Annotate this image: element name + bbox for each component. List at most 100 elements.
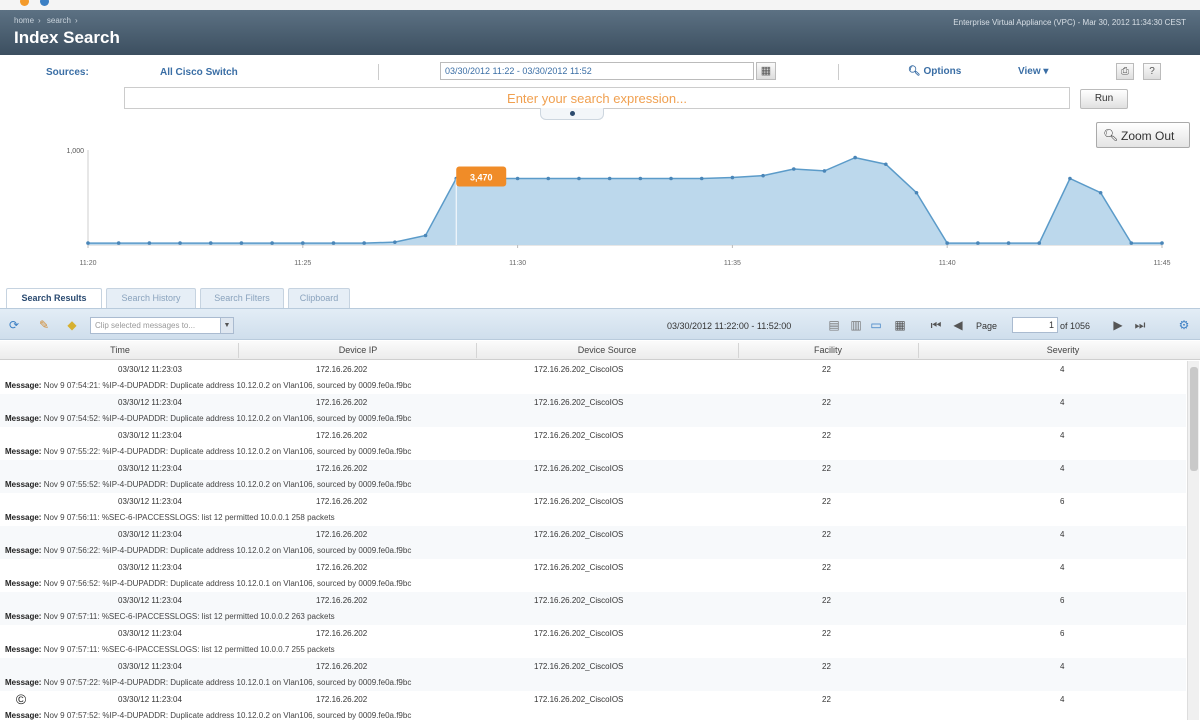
results-scrollbar[interactable]	[1187, 361, 1199, 720]
monitor-icon[interactable]: ▭	[868, 317, 884, 333]
cell-device-source: 172.16.26.202_CiscoIOS	[534, 497, 624, 506]
message-label: Message:	[5, 381, 42, 390]
column-header-severity[interactable]: Severity	[918, 345, 1200, 355]
chart-point	[1129, 241, 1134, 245]
message-label: Message:	[5, 678, 42, 687]
chart-point	[546, 176, 551, 181]
table-row[interactable]: 03/30/12 11:23:04 172.16.26.202 172.16.26.…	[0, 427, 1186, 460]
view-menu[interactable]: View ▾	[1018, 66, 1048, 77]
help-icon[interactable]: ?	[1143, 63, 1161, 80]
clip-icon[interactable]: ◆	[64, 317, 80, 333]
cell-device-source: 172.16.26.202_CiscoIOS	[534, 563, 624, 572]
message-label: Message:	[5, 414, 42, 423]
copyright-icon: ©	[10, 688, 32, 710]
chart-point	[914, 190, 919, 195]
last-page-icon[interactable]: ⏭	[1132, 317, 1148, 333]
cell-facility: 22	[822, 596, 831, 605]
cell-device-source: 172.16.26.202_CiscoIOS	[534, 431, 624, 440]
search-input[interactable]	[125, 88, 1069, 108]
cell-time: 03/30/12 11:23:04	[118, 464, 182, 473]
table-row[interactable]: 03/30/12 11:23:04 172.16.26.202 172.16.26.…	[0, 460, 1186, 493]
message-label: Message:	[5, 513, 42, 522]
cell-time: 03/30/12 11:23:04	[118, 596, 182, 605]
cell-device-ip: 172.16.26.202	[316, 530, 368, 539]
run-button[interactable]: Run	[1080, 89, 1128, 109]
chart-point	[699, 176, 704, 181]
table-row[interactable]: 03/30/12 11:23:04 172.16.26.202 172.16.26.…	[0, 526, 1186, 559]
cell-time: 03/30/12 11:23:03	[118, 365, 182, 374]
message-text: Nov 9 07:57:22: %IP-4-DUPADDR: Duplicate…	[43, 678, 412, 687]
message-line: Message: Nov 9 07:57:22: %IP-4-DUPADDR: …	[5, 678, 411, 687]
message-text: Nov 9 07:57:11: %SEC-6-IPACCESSLOGS: lis…	[43, 645, 335, 654]
column-divider	[238, 343, 239, 358]
browser-top-strip	[0, 0, 1200, 10]
results-table-body: 03/30/12 11:23:03 172.16.26.202 172.16.26.…	[0, 361, 1186, 720]
table-row[interactable]: 03/30/12 11:23:04 172.16.26.202 172.16.26.…	[0, 658, 1186, 691]
tab-search-history[interactable]: Search History	[106, 288, 196, 308]
cell-time: 03/30/12 11:23:04	[118, 695, 182, 704]
tab-clipboard[interactable]: Clipboard	[288, 288, 350, 308]
logo-dot-blue	[40, 0, 49, 6]
refresh-icon[interactable]: ⟳	[6, 317, 22, 333]
options-label: Options	[923, 66, 962, 77]
breadcrumb-search[interactable]: search	[47, 16, 71, 25]
chart-point	[1068, 176, 1072, 181]
sources-value-link[interactable]: All Cisco Switch	[160, 67, 238, 78]
print-icon[interactable]: ⎙	[1116, 63, 1134, 80]
breadcrumb-home[interactable]: home	[14, 16, 34, 25]
cell-facility: 22	[822, 431, 831, 440]
cell-time: 03/30/12 11:23:04	[118, 563, 182, 572]
chart-point	[1098, 190, 1103, 195]
event-volume-chart[interactable]: 1,000 11:20 11:25 11:30 11:35 11:40 11:45 3,470	[50, 140, 1175, 275]
first-page-icon[interactable]: ⏮	[928, 317, 944, 333]
column-header-facility[interactable]: Facility	[738, 345, 918, 355]
message-line: Message: Nov 9 07:57:11: %SEC-6-IPACCESS…	[5, 612, 335, 621]
clip-select[interactable]: Clip selected messages to... ▼	[90, 317, 234, 334]
tab-search-filters[interactable]: Search Filters	[200, 288, 284, 308]
options-link[interactable]: 🔍︎ Options	[908, 66, 961, 77]
table-row[interactable]: 03/30/12 11:23:04 172.16.26.202 172.16.26.…	[0, 493, 1186, 526]
chart-point	[116, 241, 121, 245]
column-header-device-source[interactable]: Device Source	[476, 345, 738, 355]
prev-page-icon[interactable]: ◀	[950, 317, 966, 333]
search-toolbar: Sources: All Cisco Switch 03/30/2012 11:…	[0, 55, 1200, 87]
tab-search-results[interactable]: Search Results	[6, 288, 102, 309]
table-row[interactable]: 03/30/12 11:23:04 172.16.26.202 172.16.26.…	[0, 625, 1186, 658]
cell-device-ip: 172.16.26.202	[316, 662, 368, 671]
cell-time: 03/30/12 11:23:04	[118, 431, 182, 440]
column-header-time[interactable]: Time	[0, 345, 240, 355]
chart-point	[884, 162, 888, 167]
next-page-icon[interactable]: ▶	[1110, 317, 1126, 333]
table-view-icon[interactable]: ▥	[848, 317, 864, 333]
message-line: Message: Nov 9 07:57:52: %IP-4-DUPADDR: …	[5, 711, 411, 720]
message-label: Message:	[5, 546, 42, 555]
table-row[interactable]: 03/30/12 11:23:04 172.16.26.202 172.16.26.…	[0, 592, 1186, 625]
date-range-field[interactable]: 03/30/2012 11:22 - 03/30/2012 11:52	[440, 62, 754, 80]
table-row[interactable]: 03/30/12 11:23:04 172.16.26.202 172.16.26.…	[0, 691, 1186, 720]
cell-severity: 6	[1060, 497, 1065, 506]
calendar-icon[interactable]: ▦	[756, 62, 776, 80]
chart-point	[638, 176, 643, 181]
message-label: Message:	[5, 612, 42, 621]
table-row[interactable]: 03/30/12 11:23:03 172.16.26.202 172.16.26.…	[0, 361, 1186, 394]
chart-view-icon[interactable]: ▤	[826, 317, 842, 333]
cell-device-source: 172.16.26.202_CiscoIOS	[534, 629, 624, 638]
cell-device-source: 172.16.26.202_CiscoIOS	[534, 398, 624, 407]
clip-select-value: Clip selected messages to...	[95, 321, 196, 330]
cell-device-ip: 172.16.26.202	[316, 629, 368, 638]
sources-label: Sources:	[46, 67, 89, 78]
settings-icon[interactable]: ⚙	[1176, 317, 1192, 333]
table-row[interactable]: 03/30/12 11:23:04 172.16.26.202 172.16.26.…	[0, 394, 1186, 427]
chart-point	[147, 241, 152, 245]
cell-device-source: 172.16.26.202_CiscoIOS	[534, 662, 624, 671]
message-line: Message: Nov 9 07:54:21: %IP-4-DUPADDR: …	[5, 381, 411, 390]
cell-severity: 6	[1060, 596, 1065, 605]
column-header-device-ip[interactable]: Device IP	[240, 345, 476, 355]
columns-icon[interactable]: ▦	[892, 317, 908, 333]
table-row[interactable]: 03/30/12 11:23:04 172.16.26.202 172.16.26.…	[0, 559, 1186, 592]
scrollbar-thumb[interactable]	[1190, 367, 1198, 471]
cell-device-ip: 172.16.26.202	[316, 398, 368, 407]
export-icon[interactable]: ✎	[36, 317, 52, 333]
collapse-handle[interactable]	[540, 108, 604, 120]
page-number-input[interactable]: 1	[1012, 317, 1058, 333]
